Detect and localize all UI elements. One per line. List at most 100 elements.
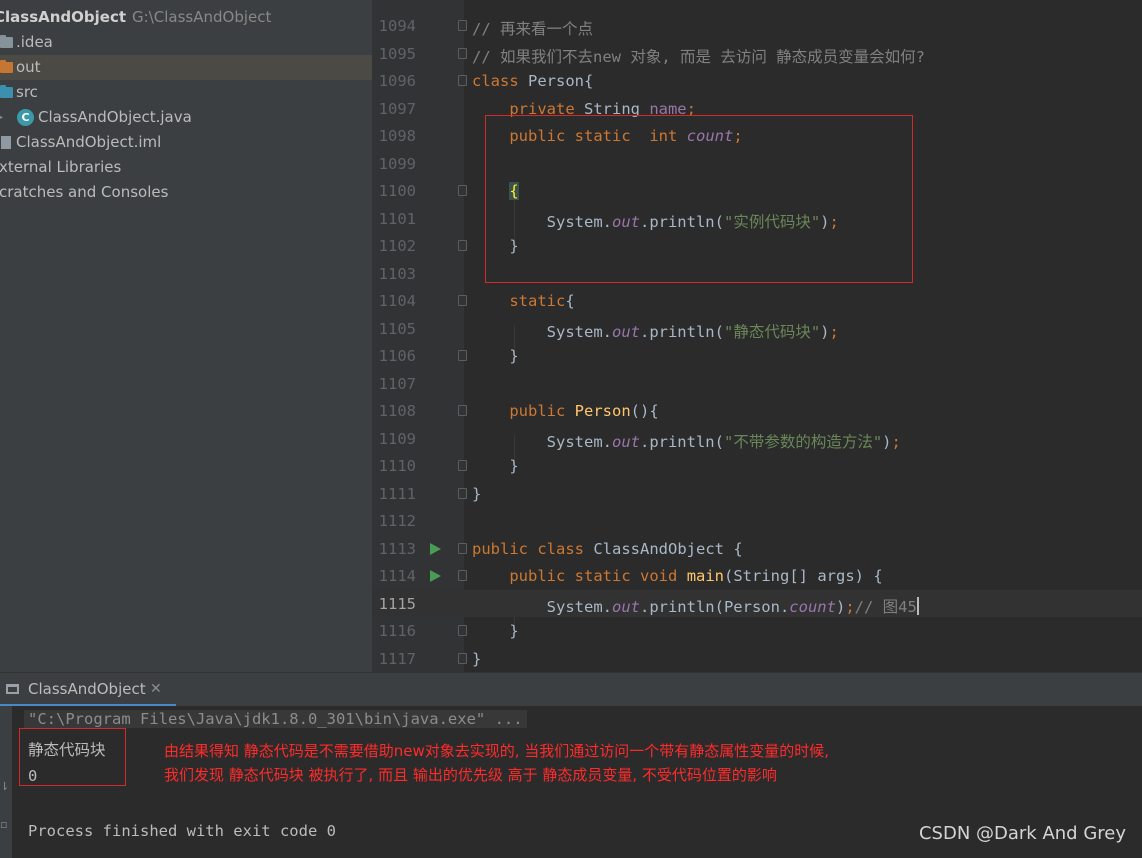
fold-marker-icon[interactable] [458, 47, 467, 59]
code-text: } [472, 484, 482, 503]
tree-item-label: ClassAndObject.iml [16, 133, 162, 151]
line-number: 1094 [378, 17, 416, 35]
code-line[interactable]: 1111 } [372, 480, 1142, 508]
fold-marker-icon[interactable] [458, 460, 467, 471]
code-text: System.out.println("不带参数的构造方法"); [472, 432, 901, 451]
run-tab-label: ClassAndObject [28, 680, 146, 698]
code-text: System.out.println(Person.count);// 图45 [472, 596, 919, 616]
code-line[interactable]: 1108 public Person(){ [372, 397, 1142, 425]
code-line[interactable]: 1114 public static void main(String[] ar… [372, 562, 1142, 590]
line-number: 1117 [378, 649, 416, 668]
fold-marker-icon[interactable] [458, 542, 467, 554]
line-number: 1102 [378, 237, 416, 255]
code-text: // 如果我们不去new 对象, 而是 去访问 静态成员变量会如何? [472, 47, 925, 66]
console-icon [6, 684, 19, 694]
project-root-name: ClassAndObject [0, 8, 127, 26]
tree-item-idea[interactable]: .idea [0, 30, 372, 55]
line-number: 1113 [378, 539, 416, 558]
folder-icon [0, 60, 13, 73]
line-number: 1096 [378, 72, 416, 90]
tree-item-label: cratches and Consoles [0, 183, 169, 201]
fold-marker-icon[interactable] [458, 570, 467, 581]
code-line[interactable]: 1112 [372, 507, 1142, 535]
line-number: 1116 [378, 622, 416, 640]
fold-marker-icon[interactable] [458, 405, 467, 416]
code-line-current[interactable]: 1115 System.out.println(Person.count);//… [372, 589, 1142, 617]
close-icon[interactable]: ✕ [150, 681, 162, 697]
annotation-line-2: 我们发现 静态代码块 被执行了, 而且 输出的优先级 高于 静态成员变量, 不受… [164, 766, 777, 784]
run-gutter-icon[interactable] [430, 542, 441, 555]
tree-item-label: src [16, 83, 38, 101]
fold-marker-icon[interactable] [458, 20, 467, 31]
code-line[interactable]: 1107 [372, 370, 1142, 398]
tree-item-label: xternal Libraries [0, 158, 122, 176]
line-number: 1111 [378, 484, 416, 503]
fold-marker-icon[interactable] [458, 75, 467, 86]
code-text: System.out.println("静态代码块"); [472, 322, 839, 341]
tree-item-external-libraries[interactable]: xternal Libraries [0, 155, 372, 180]
tree-item-out[interactable]: out [0, 55, 372, 80]
tree-item-label: .idea [16, 33, 53, 51]
code-line[interactable]: 1106 } [372, 342, 1142, 370]
line-number: 1109 [378, 429, 416, 448]
code-line[interactable]: 1094 // 再来看一个点 [372, 12, 1142, 40]
chevron-right-icon[interactable]: ▸ [0, 105, 3, 130]
code-line[interactable]: 1113 public class ClassAndObject { [372, 535, 1142, 563]
fold-marker-icon[interactable] [458, 185, 467, 196]
code-editor[interactable]: 1094 // 再来看一个点 1095 // 如果我们不去new 对象, 而是 … [372, 0, 1142, 672]
annotation-line-1: 由结果得知 静态代码是不需要借助new对象去实现的, 当我们通过访问一个带有静态… [164, 742, 830, 760]
folder-icon [0, 35, 13, 48]
code-line[interactable]: 1117 } [372, 645, 1142, 673]
line-number: 1112 [378, 512, 416, 530]
code-line[interactable]: 1110 } [372, 452, 1142, 480]
run-panel-header: ClassAndObject ✕ [0, 672, 1142, 707]
code-text: } [472, 649, 482, 668]
tree-item-java-file[interactable]: ▸ C ClassAndObject.java [0, 105, 372, 130]
code-text: } [472, 347, 519, 365]
line-number: 1107 [378, 374, 416, 393]
code-line[interactable]: 1109 System.out.println("不带参数的构造方法"); [372, 425, 1142, 453]
tree-item-src[interactable]: src [0, 80, 372, 105]
code-text: static{ [509, 292, 575, 310]
fold-marker-icon[interactable] [458, 240, 467, 251]
module-file-icon [1, 136, 11, 149]
console-command-line: "C:\Program Files\Java\jdk1.8.0_301\bin\… [24, 710, 527, 728]
line-number: 1108 [378, 402, 416, 420]
highlight-box-output [19, 728, 126, 786]
code-line[interactable]: 1105 System.out.println("静态代码块"); [372, 315, 1142, 343]
code-text: class Person{ [472, 72, 594, 90]
code-text: } [472, 622, 519, 640]
highlight-box-instance-block [485, 115, 913, 283]
code-line[interactable]: 1096 class Person{ [372, 67, 1142, 95]
line-number: 1110 [378, 457, 416, 475]
console-toolbar: ⇂ ▫ [0, 706, 12, 858]
tree-item-scratches[interactable]: cratches and Consoles [0, 180, 372, 205]
line-number: 1103 [378, 264, 416, 283]
run-gutter-icon[interactable] [430, 570, 441, 582]
code-line[interactable]: 1116 } [372, 617, 1142, 645]
console-exit-message: Process finished with exit code 0 [28, 822, 336, 840]
project-tree-panel: ClassAndObject G:\ClassAndObject .idea ou… [0, 0, 372, 672]
fold-marker-icon[interactable] [458, 625, 467, 636]
code-text: public class ClassAndObject { [472, 539, 743, 558]
code-line[interactable]: 1095 // 如果我们不去new 对象, 而是 去访问 静态成员变量会如何? [372, 40, 1142, 68]
fold-marker-icon[interactable] [458, 295, 467, 306]
line-number: 1095 [378, 44, 416, 63]
watermark-text: CSDN @Dark And Grey [918, 823, 1126, 844]
fold-marker-icon[interactable] [458, 350, 467, 361]
pin-icon[interactable]: ▫ [0, 818, 7, 831]
text-caret [916, 596, 919, 615]
java-class-icon: C [17, 109, 34, 126]
tree-root-row[interactable]: ClassAndObject G:\ClassAndObject [0, 5, 372, 30]
scroll-icon[interactable]: ⇂ [0, 780, 9, 793]
code-line[interactable]: 1104 static{ [372, 287, 1142, 315]
line-number: 1101 [378, 209, 416, 228]
fold-marker-icon[interactable] [458, 487, 467, 499]
line-number: 1115 [378, 594, 416, 613]
run-tab[interactable]: ClassAndObject ✕ [0, 673, 176, 707]
line-number: 1097 [378, 99, 416, 118]
line-number: 1099 [378, 154, 416, 173]
fold-marker-icon[interactable] [458, 652, 467, 664]
tree-item-iml-file[interactable]: ClassAndObject.iml [0, 130, 372, 155]
code-text: public static void main(String[] args) { [509, 567, 883, 585]
